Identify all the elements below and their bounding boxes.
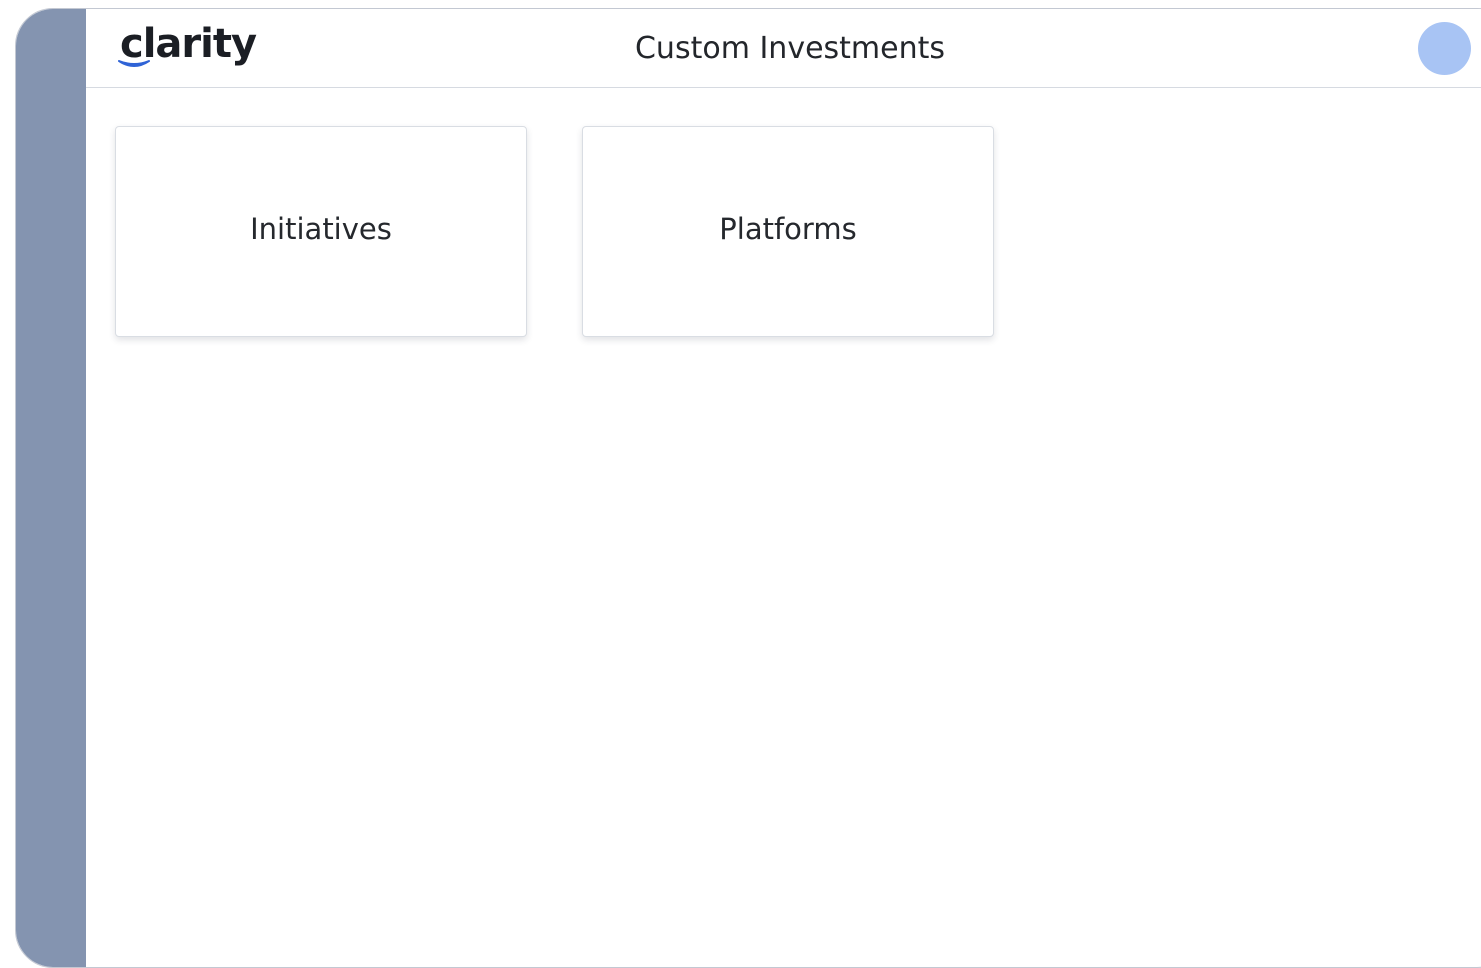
user-avatar-icon[interactable]	[1418, 22, 1471, 75]
page-title: Custom Investments	[634, 31, 946, 66]
platforms-card[interactable]: Platforms	[582, 126, 994, 337]
card-label: Initiatives	[250, 211, 392, 246]
initiatives-card[interactable]: Initiatives	[115, 126, 527, 337]
app-window: clarity Custom Investments Initiatives P…	[15, 8, 1481, 968]
swoosh-icon	[118, 60, 150, 67]
card-label: Platforms	[719, 211, 857, 246]
side-rail	[16, 9, 86, 967]
top-bar: clarity Custom Investments	[86, 9, 1481, 88]
logo[interactable]: clarity	[118, 18, 257, 70]
